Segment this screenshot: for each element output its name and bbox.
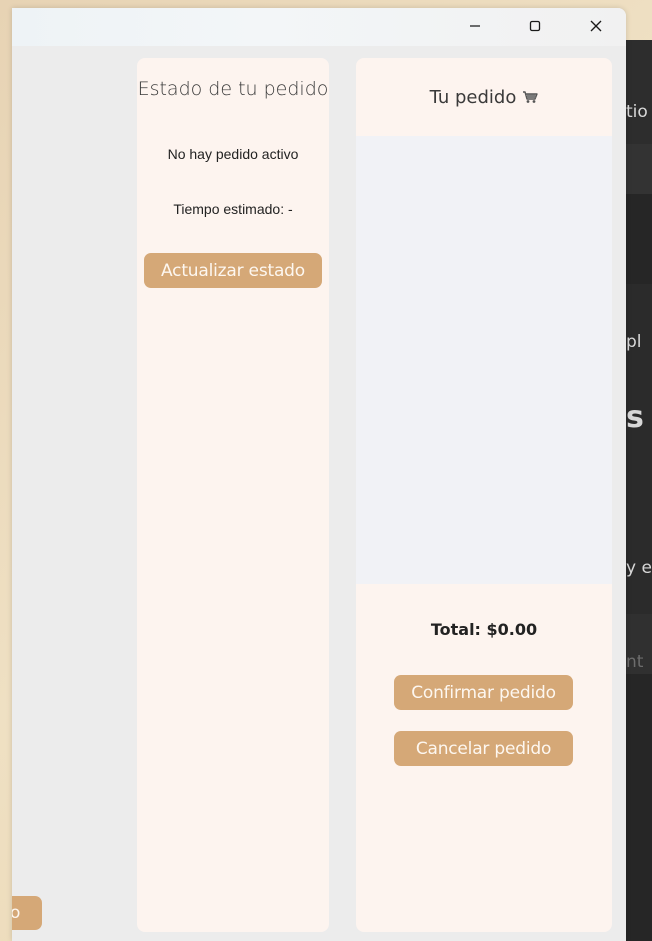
- order-items-list[interactable]: [356, 136, 612, 584]
- order-status-text: No hay pedido activo: [167, 146, 299, 162]
- minimize-icon: [470, 25, 480, 27]
- maximize-icon: [529, 20, 541, 32]
- confirm-order-button[interactable]: Confirmar pedido: [394, 675, 573, 710]
- close-button[interactable]: [573, 8, 619, 44]
- minimize-button[interactable]: [452, 8, 498, 44]
- partial-button-label: o: [12, 903, 21, 923]
- background-text-fragment: s i: [626, 400, 652, 435]
- order-panel-header: Tu pedido: [356, 58, 612, 136]
- maximize-button[interactable]: [512, 8, 558, 44]
- cancel-order-button[interactable]: Cancelar pedido: [394, 731, 573, 766]
- status-panel-title: Estado de tu pedido: [137, 78, 329, 100]
- shopping-cart-icon: [523, 91, 539, 103]
- background-text-fragment: tio: [626, 102, 648, 122]
- background-text-fragment: y e: [626, 558, 652, 578]
- close-icon: [590, 20, 602, 32]
- order-total: Total: $0.00: [430, 620, 538, 639]
- background-text-fragment: pl: [626, 332, 642, 352]
- title-bar: [12, 8, 626, 46]
- background-text-fragment: nt: [626, 652, 644, 672]
- refresh-status-button[interactable]: Actualizar estado: [144, 253, 322, 288]
- order-status-panel: Estado de tu pedido No hay pedido activo…: [137, 58, 329, 932]
- app-window: Estado de tu pedido No hay pedido activo…: [12, 8, 626, 941]
- order-panel: Tu pedido Total: $0.00 Confirmar pedido …: [356, 58, 612, 932]
- order-panel-title: Tu pedido: [429, 86, 517, 108]
- partial-button[interactable]: o: [12, 896, 42, 930]
- estimated-time-text: Tiempo estimado: -: [173, 201, 293, 217]
